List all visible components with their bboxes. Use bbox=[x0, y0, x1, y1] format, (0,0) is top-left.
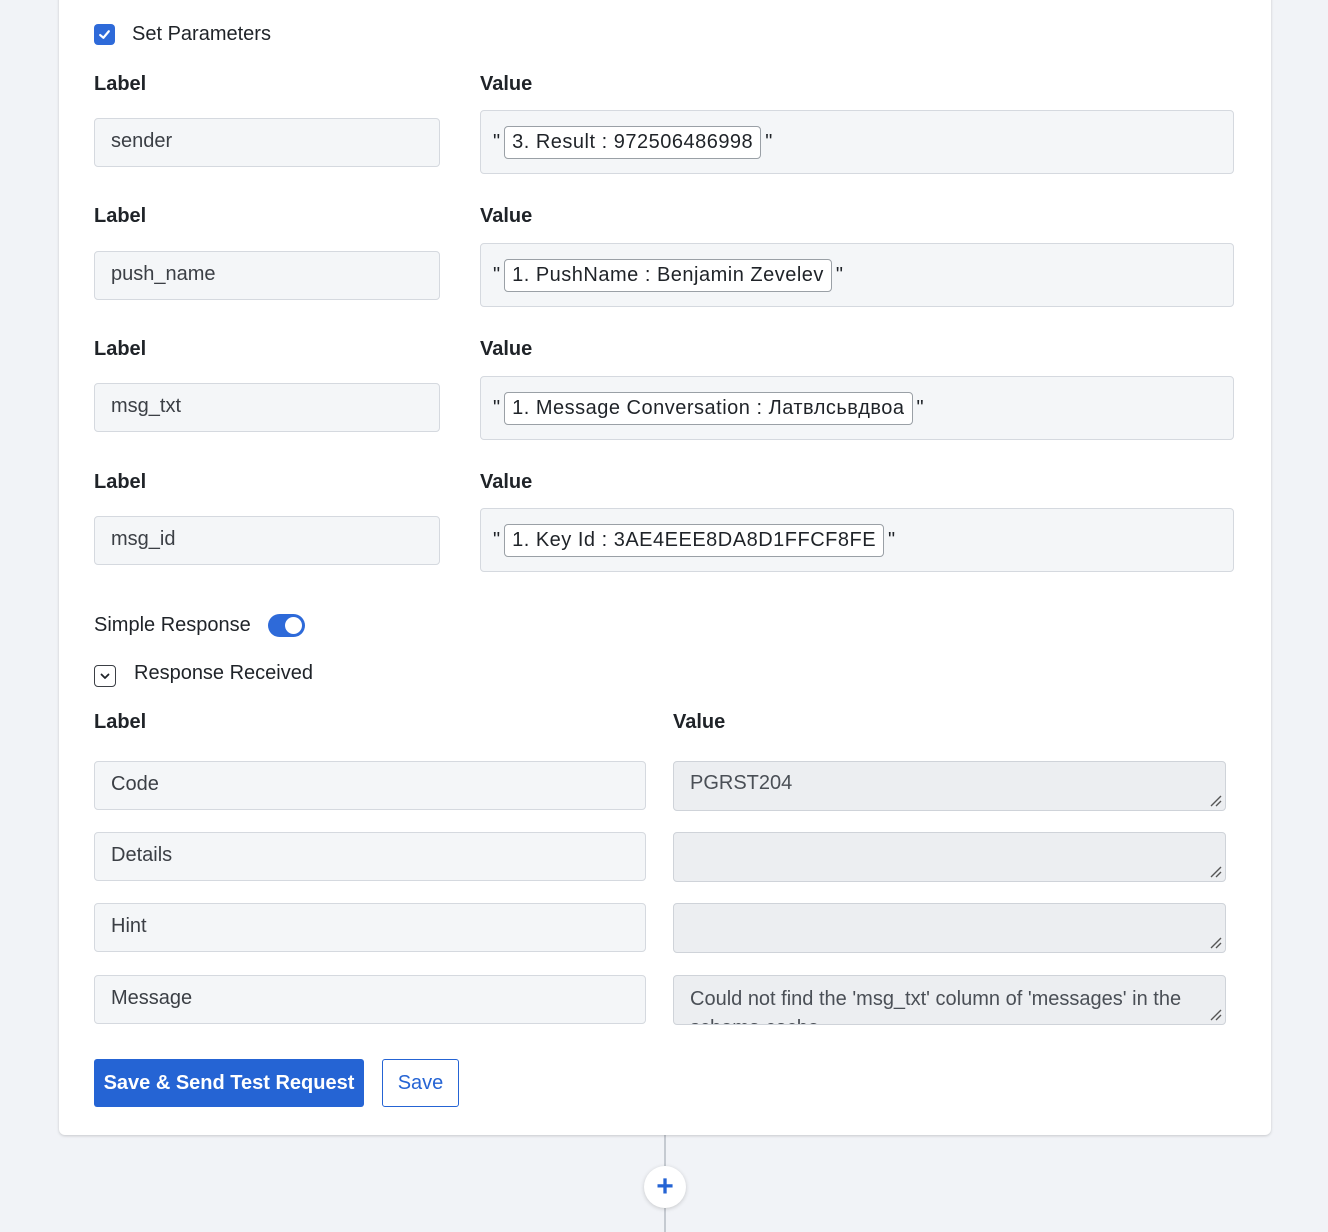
response-label-field[interactable]: Hint bbox=[94, 903, 646, 952]
value-heading: Value bbox=[480, 338, 533, 360]
set-parameters-label: Set Parameters bbox=[132, 23, 271, 45]
toggle-knob bbox=[285, 617, 302, 634]
value-heading: Value bbox=[480, 73, 533, 95]
add-step-button[interactable]: + bbox=[644, 1166, 686, 1208]
variable-chip[interactable]: 1. Message Conversation : Латвлсьвдвоа bbox=[504, 391, 913, 425]
set-parameters-checkbox[interactable] bbox=[94, 24, 115, 45]
param-value-input[interactable]: " 3. Result : 972506486998 " bbox=[480, 110, 1234, 174]
param-label-input[interactable]: push_name bbox=[94, 251, 440, 300]
variable-chip[interactable]: 1. Key Id : 3AE4EEE8DA8D1FFCF8FE bbox=[504, 523, 885, 557]
value-heading: Value bbox=[480, 471, 533, 493]
label-heading: Label bbox=[94, 73, 147, 95]
close-quote: " bbox=[835, 263, 844, 286]
save-button[interactable]: Save bbox=[382, 1059, 459, 1107]
resize-handle-icon[interactable] bbox=[1208, 935, 1222, 949]
flow-connector-bottom bbox=[664, 1208, 666, 1232]
variable-chip[interactable]: 1. PushName : Benjamin Zevelev bbox=[504, 258, 832, 292]
response-value-heading: Value bbox=[673, 711, 726, 733]
plus-icon: + bbox=[656, 1170, 674, 1203]
param-value-input[interactable]: " 1. Message Conversation : Латвлсьвдвоа… bbox=[480, 376, 1234, 440]
param-label-input[interactable]: msg_id bbox=[94, 516, 440, 565]
close-quote: " bbox=[888, 528, 896, 551]
check-icon bbox=[99, 30, 110, 39]
close-quote: " bbox=[916, 396, 924, 419]
resize-handle-icon[interactable] bbox=[1208, 1007, 1222, 1021]
response-value-field[interactable]: Could not find the 'msg_txt' column of '… bbox=[673, 975, 1226, 1025]
response-label-field[interactable]: Details bbox=[94, 832, 646, 881]
open-quote: " bbox=[493, 263, 501, 286]
label-heading: Label bbox=[94, 471, 147, 493]
chevron-down-icon bbox=[100, 673, 110, 679]
response-received-collapse-button[interactable] bbox=[94, 665, 116, 687]
response-value-field[interactable]: PGRST204 bbox=[673, 761, 1226, 811]
close-quote: " bbox=[765, 130, 773, 153]
response-value-text: PGRST204 bbox=[690, 772, 793, 794]
variable-chip[interactable]: 3. Result : 972506486998 bbox=[504, 125, 762, 159]
simple-response-label: Simple Response bbox=[94, 614, 251, 636]
flow-connector-top bbox=[664, 1135, 666, 1166]
param-value-input[interactable]: " 1. PushName : Benjamin Zevelev " bbox=[480, 243, 1234, 307]
value-heading: Value bbox=[480, 205, 533, 227]
response-label-heading: Label bbox=[94, 711, 147, 733]
response-received-label: Response Received bbox=[134, 662, 313, 684]
param-label-input[interactable]: msg_txt bbox=[94, 383, 440, 432]
label-heading: Label bbox=[94, 205, 147, 227]
open-quote: " bbox=[493, 396, 501, 419]
response-value-field[interactable] bbox=[673, 832, 1226, 882]
resize-handle-icon[interactable] bbox=[1208, 793, 1222, 807]
save-and-send-test-request-button[interactable]: Save & Send Test Request bbox=[94, 1059, 364, 1107]
open-quote: " bbox=[493, 130, 501, 153]
simple-response-toggle[interactable] bbox=[268, 614, 305, 637]
param-value-input[interactable]: " 1. Key Id : 3AE4EEE8DA8D1FFCF8FE " bbox=[480, 508, 1234, 572]
response-value-text: Could not find the 'msg_txt' column of '… bbox=[690, 988, 1182, 1024]
response-label-field[interactable]: Code bbox=[94, 761, 646, 810]
response-label-field[interactable]: Message bbox=[94, 975, 646, 1024]
param-label-input[interactable]: sender bbox=[94, 118, 440, 167]
resize-handle-icon[interactable] bbox=[1208, 864, 1222, 878]
open-quote: " bbox=[493, 528, 501, 551]
label-heading: Label bbox=[94, 338, 147, 360]
response-value-field[interactable] bbox=[673, 903, 1226, 953]
